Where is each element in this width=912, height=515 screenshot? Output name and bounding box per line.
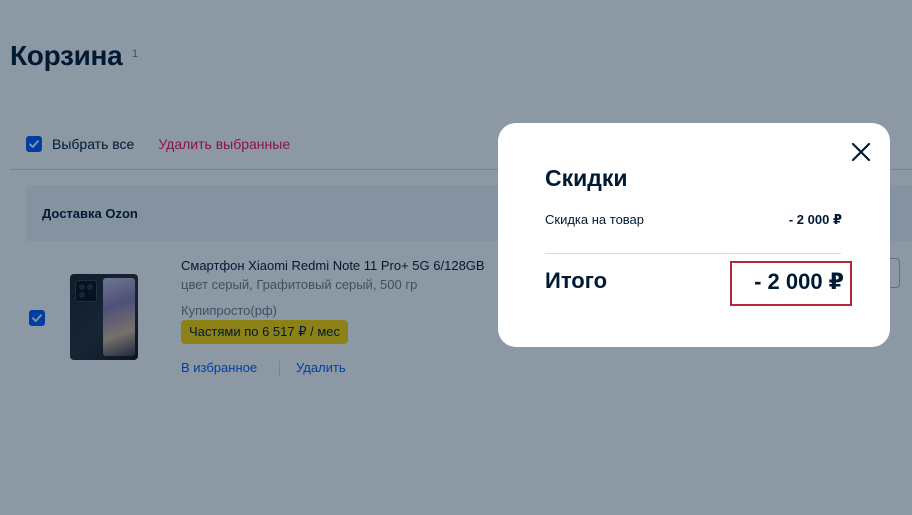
modal-divider — [545, 253, 841, 254]
modal-title: Скидки — [545, 165, 628, 191]
total-value: - 2 000 ₽ — [754, 269, 844, 294]
discounts-modal: Скидки Скидка на товар - 2 000 ₽ Итого -… — [498, 123, 890, 347]
discount-value: - 2 000 ₽ — [788, 212, 842, 227]
close-icon — [851, 142, 871, 162]
discount-label: Скидка на товар — [545, 212, 645, 227]
close-button[interactable] — [850, 141, 872, 163]
total-label: Итого — [545, 268, 608, 293]
